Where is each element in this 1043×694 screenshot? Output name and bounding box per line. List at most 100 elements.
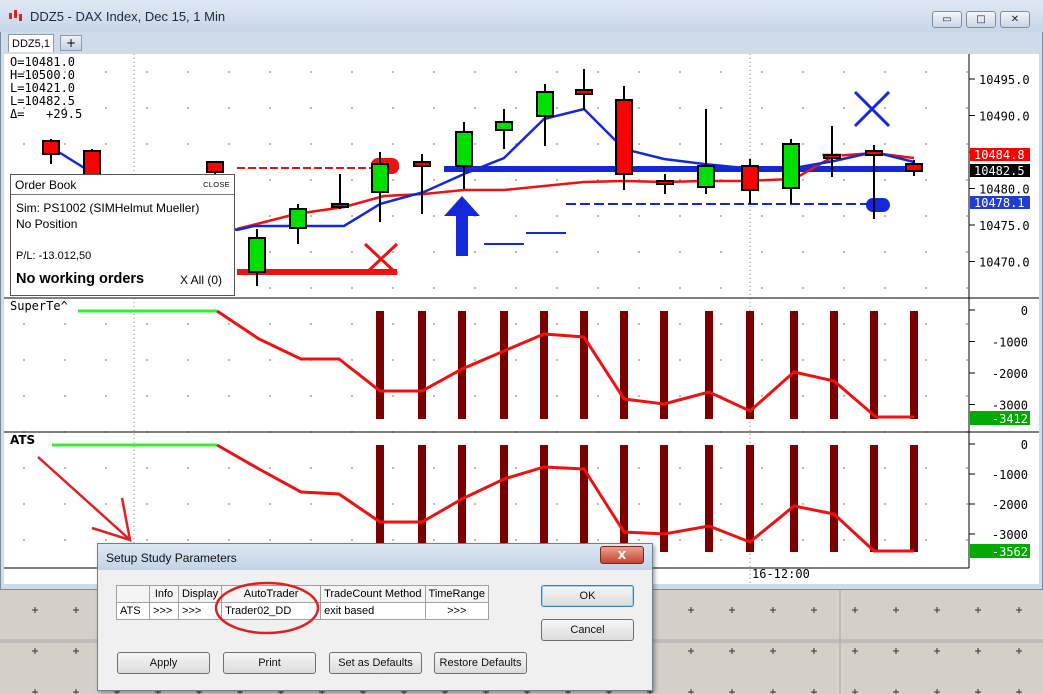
- candle-down[interactable]: [741, 165, 759, 191]
- col-header-info[interactable]: Info: [149, 585, 179, 603]
- cancel-all-orders-button[interactable]: X All (0): [180, 273, 222, 287]
- histogram-bar: [870, 311, 878, 419]
- candle-up[interactable]: [289, 208, 307, 229]
- maximize-button[interactable]: □: [966, 11, 996, 28]
- set-defaults-button[interactable]: Set as Defaults: [329, 652, 422, 674]
- minimize-button[interactable]: ▭: [932, 11, 962, 28]
- order-book-header[interactable]: Order Book CLOSE: [11, 175, 234, 195]
- candle-down[interactable]: [331, 203, 349, 208]
- ohlc-delta: Δ= +29.5: [10, 107, 82, 121]
- histogram-bar: [660, 445, 668, 552]
- candle-down[interactable]: [42, 140, 60, 155]
- candle-up[interactable]: [455, 131, 473, 167]
- axis-tick-label: 0: [1021, 304, 1028, 318]
- supertrend-axis: 0 -1000 -2000 -3000-3412: [969, 304, 1030, 426]
- ok-button[interactable]: OK: [541, 585, 634, 607]
- candle-up[interactable]: [248, 237, 266, 273]
- histogram-bar: [910, 311, 918, 419]
- order-book-position: No Position: [16, 217, 78, 231]
- supertrend-label: SuperTe^: [10, 299, 68, 313]
- axis-tick-label: -1000: [992, 468, 1028, 482]
- dialog-titlebar[interactable]: Setup Study Parameters X: [98, 544, 652, 570]
- col-header-tradecount[interactable]: TradeCount Method: [320, 585, 426, 603]
- candle-down[interactable]: [905, 163, 923, 172]
- price-tag-label: 10478.1: [974, 196, 1025, 210]
- candle-down[interactable]: [865, 150, 883, 156]
- price-tag-label: 10484.8: [974, 148, 1025, 162]
- candle-down[interactable]: [575, 89, 593, 95]
- price-tick-label: 10480.0: [979, 183, 1030, 197]
- candle-down[interactable]: [615, 99, 633, 175]
- price-tags: 10484.8 10482.5 10478.1: [970, 148, 1030, 210]
- dialog-body: Info Display AutoTrader TradeCount Metho…: [105, 570, 646, 684]
- histogram-bar: [458, 311, 466, 419]
- candle-down[interactable]: [413, 161, 431, 167]
- axis-tick-label: -2000: [992, 367, 1028, 381]
- window-titlebar[interactable]: DDZ5 - DAX Index, Dec 15, 1 Min ▭ □ ✕: [0, 0, 1043, 32]
- price-tick-label: 10495.0: [979, 73, 1030, 87]
- display-cell[interactable]: >>>: [177, 602, 223, 620]
- histogram-bar: [830, 311, 838, 419]
- apply-button[interactable]: Apply: [117, 652, 210, 674]
- histogram-bar: [500, 311, 508, 419]
- ohlc-low: L=10421.0: [10, 81, 75, 95]
- tab-bar: [4, 32, 1039, 54]
- histogram-bar: [790, 311, 798, 419]
- autotrader-cell[interactable]: Trader02_DD: [221, 602, 322, 620]
- candle-up[interactable]: [536, 91, 554, 117]
- candle-up[interactable]: [697, 165, 715, 188]
- tradecount-cell[interactable]: exit based: [320, 602, 426, 620]
- candle-up[interactable]: [782, 143, 800, 189]
- order-book-close-button[interactable]: CLOSE: [203, 180, 230, 189]
- candle-down[interactable]: [206, 161, 224, 173]
- histogram-bar: [418, 311, 426, 419]
- tab-ddz5[interactable]: DDZ5,1: [8, 34, 54, 52]
- app-icon: [9, 10, 22, 21]
- add-tab-button[interactable]: +: [60, 35, 82, 51]
- histogram-bar: [705, 311, 713, 419]
- chart-canvas[interactable]: 10495.010490.010485.010480.010475.010470…: [4, 54, 1039, 584]
- window-close-button[interactable]: ✕: [1000, 11, 1030, 28]
- blue-order-marker[interactable]: [866, 198, 890, 212]
- info-cell[interactable]: >>>: [149, 602, 179, 620]
- order-book-no-working: No working orders: [16, 271, 145, 287]
- row-study-name: ATS: [116, 602, 150, 620]
- ohlc-readout: O=10481.0 H=10500.0 L=10421.0 L=10482.5 …: [10, 55, 82, 121]
- order-book-panel[interactable]: Order Book CLOSE Sim: PS1002 (SIMHelmut …: [10, 174, 235, 296]
- print-button[interactable]: Print: [223, 652, 316, 674]
- histogram-bar: [830, 445, 838, 552]
- restore-defaults-button[interactable]: Restore Defaults: [434, 652, 527, 674]
- candle-down[interactable]: [823, 154, 841, 159]
- dialog-close-button[interactable]: X: [600, 546, 644, 564]
- col-header-autotrader[interactable]: AutoTrader: [221, 585, 322, 603]
- candle-down[interactable]: [656, 180, 674, 185]
- histogram-bar: [500, 445, 508, 552]
- histogram-bar: [705, 445, 713, 552]
- col-header-display[interactable]: Display: [177, 585, 223, 603]
- histogram-bar: [620, 311, 628, 419]
- axis-value-tag-label: -3412: [992, 412, 1028, 426]
- timerange-cell[interactable]: >>>: [424, 602, 489, 620]
- axis-tick-label: -1000: [992, 336, 1028, 350]
- price-tick-label: 10470.0: [979, 256, 1030, 270]
- price-tick-label: 10475.0: [979, 219, 1030, 233]
- col-header-blank: [116, 585, 150, 603]
- col-header-timerange[interactable]: TimeRange: [424, 585, 489, 603]
- setup-study-dialog[interactable]: Setup Study Parameters X Info Display Au…: [97, 543, 653, 691]
- order-book-account: Sim: PS1002 (SIMHelmut Mueller): [16, 201, 200, 215]
- histogram-bar: [580, 311, 588, 419]
- histogram-bar: [910, 445, 918, 552]
- axis-tick-label: -3000: [992, 528, 1028, 542]
- time-label: 16-12:00: [752, 567, 810, 581]
- histogram-bar: [620, 445, 628, 552]
- histogram-bar: [540, 311, 548, 419]
- histogram-bar: [790, 445, 798, 552]
- study-parameters-table[interactable]: Info Display AutoTrader TradeCount Metho…: [116, 585, 489, 620]
- ats-axis: 0 -1000 -2000 -3000 -3562: [969, 438, 1030, 559]
- chart-area[interactable]: 10495.010490.010485.010480.010475.010470…: [4, 54, 1039, 584]
- cancel-button[interactable]: Cancel: [541, 619, 634, 641]
- candle-up[interactable]: [495, 121, 513, 131]
- axis-value-tag-label: -3562: [992, 545, 1028, 559]
- histogram-bar: [376, 311, 384, 419]
- candle-up[interactable]: [371, 163, 389, 193]
